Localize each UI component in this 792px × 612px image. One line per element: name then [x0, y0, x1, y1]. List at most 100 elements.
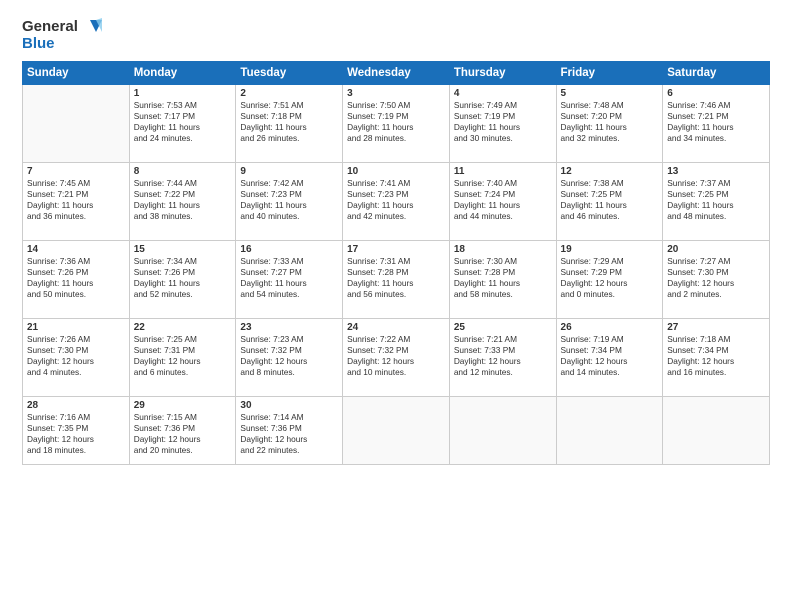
- calendar-cell: 21Sunrise: 7:26 AM Sunset: 7:30 PM Dayli…: [23, 318, 130, 396]
- day-number: 16: [240, 244, 338, 255]
- calendar-cell: 8Sunrise: 7:44 AM Sunset: 7:22 PM Daylig…: [129, 162, 236, 240]
- day-number: 22: [134, 322, 232, 333]
- calendar-cell: 1Sunrise: 7:53 AM Sunset: 7:17 PM Daylig…: [129, 84, 236, 162]
- weekday-header: Saturday: [663, 61, 770, 84]
- day-info: Sunrise: 7:30 AM Sunset: 7:28 PM Dayligh…: [454, 256, 552, 301]
- logo-blue: Blue: [22, 36, 55, 53]
- day-info: Sunrise: 7:38 AM Sunset: 7:25 PM Dayligh…: [561, 178, 659, 223]
- calendar-cell: 6Sunrise: 7:46 AM Sunset: 7:21 PM Daylig…: [663, 84, 770, 162]
- day-number: 10: [347, 166, 445, 177]
- calendar-cell: 5Sunrise: 7:48 AM Sunset: 7:20 PM Daylig…: [556, 84, 663, 162]
- day-info: Sunrise: 7:23 AM Sunset: 7:32 PM Dayligh…: [240, 334, 338, 379]
- calendar-week-row: 21Sunrise: 7:26 AM Sunset: 7:30 PM Dayli…: [23, 318, 770, 396]
- calendar-cell: 7Sunrise: 7:45 AM Sunset: 7:21 PM Daylig…: [23, 162, 130, 240]
- weekday-header: Wednesday: [343, 61, 450, 84]
- calendar: SundayMondayTuesdayWednesdayThursdayFrid…: [22, 61, 770, 465]
- calendar-cell: 18Sunrise: 7:30 AM Sunset: 7:28 PM Dayli…: [449, 240, 556, 318]
- calendar-week-row: 14Sunrise: 7:36 AM Sunset: 7:26 PM Dayli…: [23, 240, 770, 318]
- day-info: Sunrise: 7:45 AM Sunset: 7:21 PM Dayligh…: [27, 178, 125, 223]
- day-number: 9: [240, 166, 338, 177]
- calendar-cell: 24Sunrise: 7:22 AM Sunset: 7:32 PM Dayli…: [343, 318, 450, 396]
- day-number: 19: [561, 244, 659, 255]
- calendar-cell: 15Sunrise: 7:34 AM Sunset: 7:26 PM Dayli…: [129, 240, 236, 318]
- day-number: 21: [27, 322, 125, 333]
- weekday-header: Thursday: [449, 61, 556, 84]
- calendar-week-row: 1Sunrise: 7:53 AM Sunset: 7:17 PM Daylig…: [23, 84, 770, 162]
- weekday-header-row: SundayMondayTuesdayWednesdayThursdayFrid…: [23, 61, 770, 84]
- calendar-cell: 14Sunrise: 7:36 AM Sunset: 7:26 PM Dayli…: [23, 240, 130, 318]
- day-info: Sunrise: 7:27 AM Sunset: 7:30 PM Dayligh…: [667, 256, 765, 301]
- day-number: 4: [454, 88, 552, 99]
- calendar-cell: 9Sunrise: 7:42 AM Sunset: 7:23 PM Daylig…: [236, 162, 343, 240]
- day-info: Sunrise: 7:31 AM Sunset: 7:28 PM Dayligh…: [347, 256, 445, 301]
- day-number: 17: [347, 244, 445, 255]
- day-info: Sunrise: 7:25 AM Sunset: 7:31 PM Dayligh…: [134, 334, 232, 379]
- day-number: 28: [27, 400, 125, 411]
- day-number: 27: [667, 322, 765, 333]
- calendar-cell: 11Sunrise: 7:40 AM Sunset: 7:24 PM Dayli…: [449, 162, 556, 240]
- day-number: 25: [454, 322, 552, 333]
- day-number: 26: [561, 322, 659, 333]
- logo: General Blue: [22, 18, 102, 53]
- day-number: 6: [667, 88, 765, 99]
- calendar-cell: 17Sunrise: 7:31 AM Sunset: 7:28 PM Dayli…: [343, 240, 450, 318]
- calendar-cell: 27Sunrise: 7:18 AM Sunset: 7:34 PM Dayli…: [663, 318, 770, 396]
- calendar-cell: [23, 84, 130, 162]
- day-info: Sunrise: 7:49 AM Sunset: 7:19 PM Dayligh…: [454, 100, 552, 145]
- day-number: 20: [667, 244, 765, 255]
- calendar-week-row: 28Sunrise: 7:16 AM Sunset: 7:35 PM Dayli…: [23, 396, 770, 464]
- day-info: Sunrise: 7:36 AM Sunset: 7:26 PM Dayligh…: [27, 256, 125, 301]
- calendar-cell: [663, 396, 770, 464]
- day-number: 3: [347, 88, 445, 99]
- day-number: 8: [134, 166, 232, 177]
- day-info: Sunrise: 7:53 AM Sunset: 7:17 PM Dayligh…: [134, 100, 232, 145]
- header: General Blue: [22, 18, 770, 53]
- weekday-header: Friday: [556, 61, 663, 84]
- day-info: Sunrise: 7:37 AM Sunset: 7:25 PM Dayligh…: [667, 178, 765, 223]
- day-number: 30: [240, 400, 338, 411]
- day-number: 1: [134, 88, 232, 99]
- calendar-cell: 22Sunrise: 7:25 AM Sunset: 7:31 PM Dayli…: [129, 318, 236, 396]
- day-info: Sunrise: 7:51 AM Sunset: 7:18 PM Dayligh…: [240, 100, 338, 145]
- weekday-header: Sunday: [23, 61, 130, 84]
- calendar-cell: 10Sunrise: 7:41 AM Sunset: 7:23 PM Dayli…: [343, 162, 450, 240]
- day-number: 29: [134, 400, 232, 411]
- calendar-cell: 4Sunrise: 7:49 AM Sunset: 7:19 PM Daylig…: [449, 84, 556, 162]
- day-info: Sunrise: 7:50 AM Sunset: 7:19 PM Dayligh…: [347, 100, 445, 145]
- day-number: 12: [561, 166, 659, 177]
- day-number: 13: [667, 166, 765, 177]
- calendar-cell: [556, 396, 663, 464]
- calendar-cell: 13Sunrise: 7:37 AM Sunset: 7:25 PM Dayli…: [663, 162, 770, 240]
- day-number: 5: [561, 88, 659, 99]
- calendar-cell: [449, 396, 556, 464]
- day-info: Sunrise: 7:19 AM Sunset: 7:34 PM Dayligh…: [561, 334, 659, 379]
- day-number: 24: [347, 322, 445, 333]
- day-info: Sunrise: 7:29 AM Sunset: 7:29 PM Dayligh…: [561, 256, 659, 301]
- weekday-header: Monday: [129, 61, 236, 84]
- day-info: Sunrise: 7:41 AM Sunset: 7:23 PM Dayligh…: [347, 178, 445, 223]
- day-info: Sunrise: 7:34 AM Sunset: 7:26 PM Dayligh…: [134, 256, 232, 301]
- calendar-cell: 20Sunrise: 7:27 AM Sunset: 7:30 PM Dayli…: [663, 240, 770, 318]
- day-info: Sunrise: 7:26 AM Sunset: 7:30 PM Dayligh…: [27, 334, 125, 379]
- day-info: Sunrise: 7:14 AM Sunset: 7:36 PM Dayligh…: [240, 412, 338, 457]
- calendar-cell: 25Sunrise: 7:21 AM Sunset: 7:33 PM Dayli…: [449, 318, 556, 396]
- calendar-cell: 19Sunrise: 7:29 AM Sunset: 7:29 PM Dayli…: [556, 240, 663, 318]
- day-number: 15: [134, 244, 232, 255]
- day-number: 18: [454, 244, 552, 255]
- day-info: Sunrise: 7:44 AM Sunset: 7:22 PM Dayligh…: [134, 178, 232, 223]
- day-info: Sunrise: 7:16 AM Sunset: 7:35 PM Dayligh…: [27, 412, 125, 457]
- calendar-cell: 12Sunrise: 7:38 AM Sunset: 7:25 PM Dayli…: [556, 162, 663, 240]
- day-number: 7: [27, 166, 125, 177]
- day-info: Sunrise: 7:18 AM Sunset: 7:34 PM Dayligh…: [667, 334, 765, 379]
- day-info: Sunrise: 7:42 AM Sunset: 7:23 PM Dayligh…: [240, 178, 338, 223]
- day-number: 14: [27, 244, 125, 255]
- calendar-cell: 23Sunrise: 7:23 AM Sunset: 7:32 PM Dayli…: [236, 318, 343, 396]
- calendar-cell: 29Sunrise: 7:15 AM Sunset: 7:36 PM Dayli…: [129, 396, 236, 464]
- calendar-cell: 26Sunrise: 7:19 AM Sunset: 7:34 PM Dayli…: [556, 318, 663, 396]
- day-info: Sunrise: 7:21 AM Sunset: 7:33 PM Dayligh…: [454, 334, 552, 379]
- day-info: Sunrise: 7:46 AM Sunset: 7:21 PM Dayligh…: [667, 100, 765, 145]
- calendar-cell: 30Sunrise: 7:14 AM Sunset: 7:36 PM Dayli…: [236, 396, 343, 464]
- calendar-week-row: 7Sunrise: 7:45 AM Sunset: 7:21 PM Daylig…: [23, 162, 770, 240]
- logo-general: General: [22, 19, 78, 36]
- day-info: Sunrise: 7:48 AM Sunset: 7:20 PM Dayligh…: [561, 100, 659, 145]
